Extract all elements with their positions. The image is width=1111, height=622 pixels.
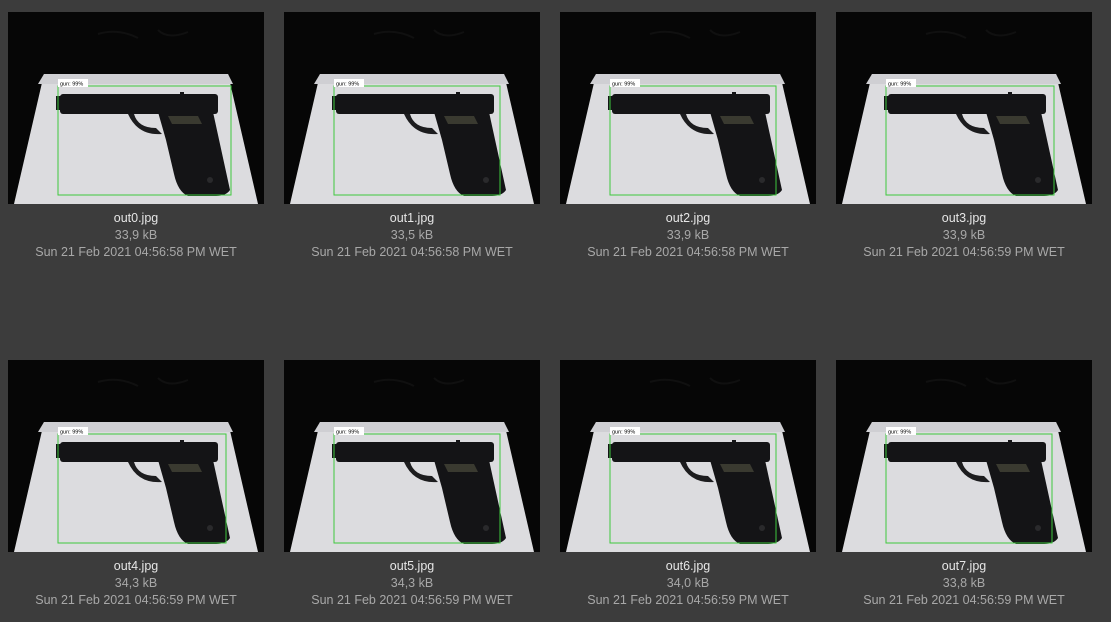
- file-tile-out2[interactable]: gun: 99% out2.jpg 33,9 kB Sun 21 Feb 202…: [560, 12, 836, 260]
- file-grid: gun: 99% out0.jpg 33,9 kB Sun 21 Feb 202…: [0, 0, 1111, 622]
- file-date: Sun 21 Feb 2021 04:56:59 PM WET: [35, 593, 237, 607]
- detection-label: gun: 99%: [888, 430, 911, 436]
- file-meta: out3.jpg 33,9 kB Sun 21 Feb 2021 04:56:5…: [826, 210, 1102, 261]
- detection-label: gun: 99%: [888, 82, 911, 88]
- detection-label: gun: 99%: [336, 430, 359, 436]
- file-tile-out3[interactable]: gun: 99% out3.jpg 33,9 kB Sun 21 Feb 202…: [836, 12, 1111, 260]
- file-name[interactable]: out5.jpg: [274, 558, 550, 575]
- detection-label: gun: 99%: [60, 82, 83, 88]
- file-name[interactable]: out2.jpg: [550, 210, 826, 227]
- file-date: Sun 21 Feb 2021 04:56:59 PM WET: [587, 593, 789, 607]
- file-size: 33,9 kB: [942, 228, 986, 242]
- file-meta: out4.jpg 34,3 kB Sun 21 Feb 2021 04:56:5…: [0, 558, 274, 609]
- file-meta: out2.jpg 33,9 kB Sun 21 Feb 2021 04:56:5…: [550, 210, 826, 261]
- file-tile-out6[interactable]: gun: 99% out6.jpg 34,0 kB Sun 21 Feb 202…: [560, 360, 836, 608]
- pistol-thumbnail-image: gun: 99%: [836, 12, 1092, 204]
- file-size: 33,5 kB: [390, 228, 434, 242]
- pistol-thumbnail-image: gun: 99%: [560, 360, 816, 552]
- file-size: 33,9 kB: [114, 228, 158, 242]
- thumbnail-out6[interactable]: gun: 99%: [560, 360, 816, 552]
- file-size: 33,9 kB: [666, 228, 710, 242]
- pistol-thumbnail-image: gun: 99%: [836, 360, 1092, 552]
- file-tile-out7[interactable]: gun: 99% out7.jpg 33,8 kB Sun 21 Feb 202…: [836, 360, 1111, 608]
- thumbnail-out2[interactable]: gun: 99%: [560, 12, 816, 204]
- thumbnail-out5[interactable]: gun: 99%: [284, 360, 540, 552]
- file-tile-out0[interactable]: gun: 99% out0.jpg 33,9 kB Sun 21 Feb 202…: [8, 12, 284, 260]
- file-meta: out7.jpg 33,8 kB Sun 21 Feb 2021 04:56:5…: [826, 558, 1102, 609]
- detection-label: gun: 99%: [612, 430, 635, 436]
- file-meta: out6.jpg 34,0 kB Sun 21 Feb 2021 04:56:5…: [550, 558, 826, 609]
- file-tile-out5[interactable]: gun: 99% out5.jpg 34,3 kB Sun 21 Feb 202…: [284, 360, 560, 608]
- file-name[interactable]: out7.jpg: [826, 558, 1102, 575]
- file-date: Sun 21 Feb 2021 04:56:58 PM WET: [35, 245, 237, 259]
- thumbnail-out3[interactable]: gun: 99%: [836, 12, 1092, 204]
- thumbnail-out1[interactable]: gun: 99%: [284, 12, 540, 204]
- file-name[interactable]: out0.jpg: [0, 210, 274, 227]
- detection-label: gun: 99%: [612, 82, 635, 88]
- pistol-thumbnail-image: gun: 99%: [560, 12, 816, 204]
- file-meta: out1.jpg 33,5 kB Sun 21 Feb 2021 04:56:5…: [274, 210, 550, 261]
- file-name[interactable]: out6.jpg: [550, 558, 826, 575]
- pistol-thumbnail-image: gun: 99%: [8, 360, 264, 552]
- file-date: Sun 21 Feb 2021 04:56:58 PM WET: [587, 245, 789, 259]
- file-date: Sun 21 Feb 2021 04:56:59 PM WET: [863, 245, 1065, 259]
- thumbnail-out0[interactable]: gun: 99%: [8, 12, 264, 204]
- file-name[interactable]: out4.jpg: [0, 558, 274, 575]
- file-meta: out0.jpg 33,9 kB Sun 21 Feb 2021 04:56:5…: [0, 210, 274, 261]
- thumbnail-out7[interactable]: gun: 99%: [836, 360, 1092, 552]
- file-tile-out4[interactable]: gun: 99% out4.jpg 34,3 kB Sun 21 Feb 202…: [8, 360, 284, 608]
- thumbnail-out4[interactable]: gun: 99%: [8, 360, 264, 552]
- file-size: 34,0 kB: [666, 576, 710, 590]
- file-meta: out5.jpg 34,3 kB Sun 21 Feb 2021 04:56:5…: [274, 558, 550, 609]
- file-name[interactable]: out3.jpg: [826, 210, 1102, 227]
- pistol-thumbnail-image: gun: 99%: [284, 360, 540, 552]
- pistol-thumbnail-image: gun: 99%: [284, 12, 540, 204]
- file-date: Sun 21 Feb 2021 04:56:58 PM WET: [311, 245, 513, 259]
- detection-label: gun: 99%: [336, 82, 359, 88]
- file-date: Sun 21 Feb 2021 04:56:59 PM WET: [863, 593, 1065, 607]
- file-tile-out1[interactable]: gun: 99% out1.jpg 33,5 kB Sun 21 Feb 202…: [284, 12, 560, 260]
- pistol-thumbnail-image: gun: 99%: [8, 12, 264, 204]
- file-size: 34,3 kB: [390, 576, 434, 590]
- file-name[interactable]: out1.jpg: [274, 210, 550, 227]
- file-size: 33,8 kB: [942, 576, 986, 590]
- file-date: Sun 21 Feb 2021 04:56:59 PM WET: [311, 593, 513, 607]
- detection-label: gun: 99%: [60, 430, 83, 436]
- file-size: 34,3 kB: [114, 576, 158, 590]
